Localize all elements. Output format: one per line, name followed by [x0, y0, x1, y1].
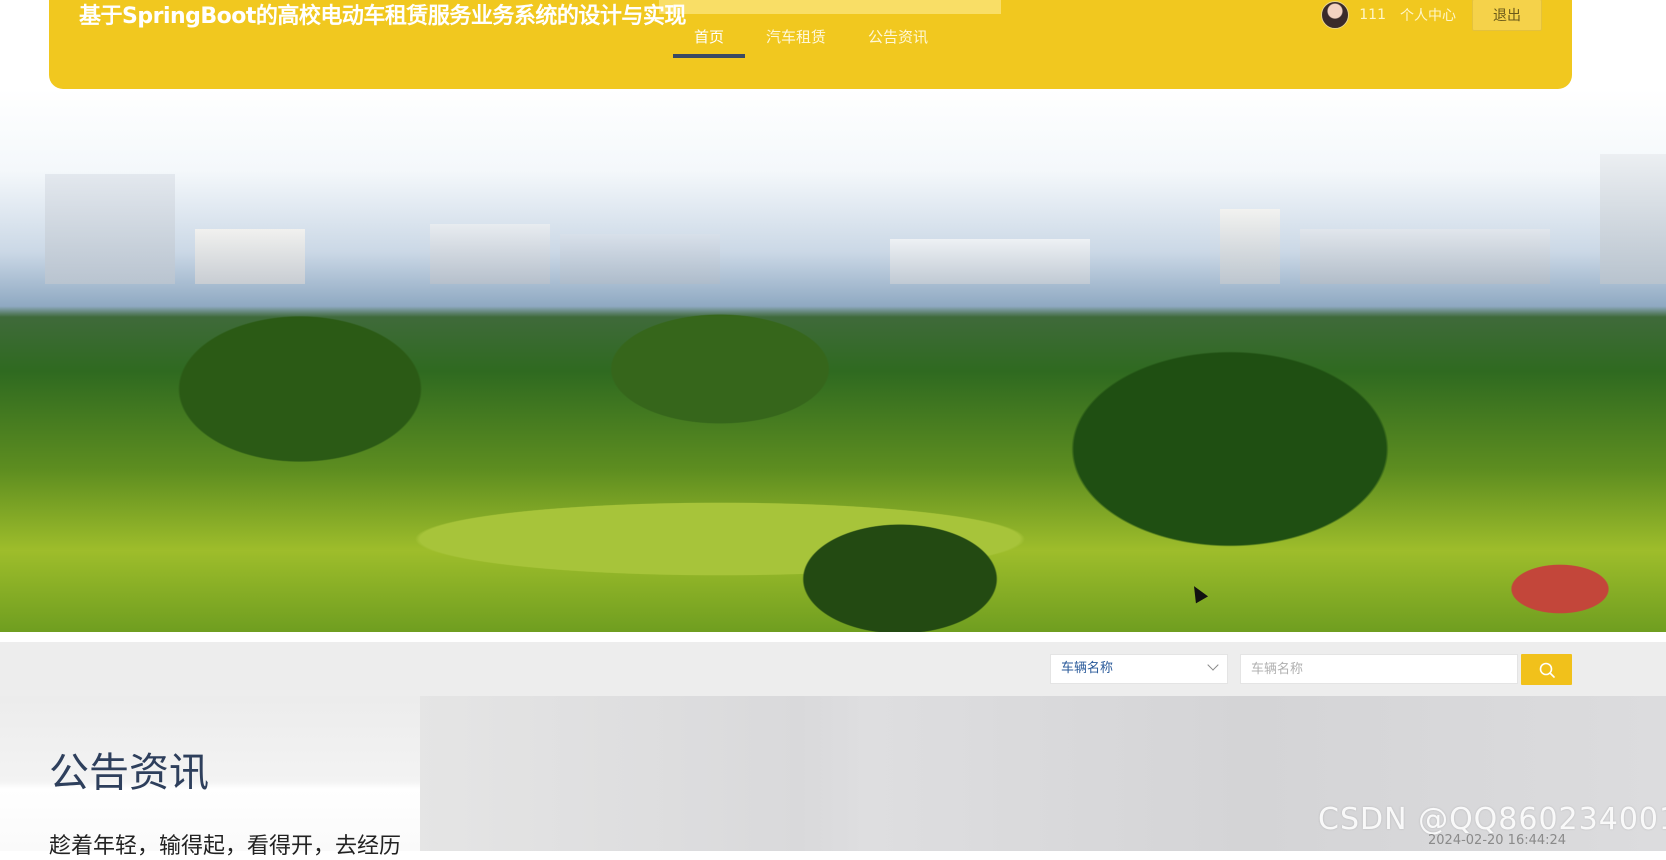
search-field-select[interactable]: 车辆名称	[1050, 654, 1228, 684]
site-title: 基于SpringBoot的高校电动车租赁服务业务系统的设计与实现	[79, 4, 686, 29]
banner-park	[0, 279, 1666, 632]
timestamp: 2024-02-20 16:44:24	[1428, 833, 1567, 848]
top-header: 基于SpringBoot的高校电动车租赁服务业务系统的设计与实现 111 个人中…	[49, 0, 1572, 89]
watermark: CSDN @QQ860234001	[1318, 802, 1666, 837]
hero-banner-image	[0, 89, 1666, 632]
chevron-down-icon	[1207, 659, 1219, 671]
search-icon	[1539, 662, 1555, 678]
title-highlight	[659, 0, 1001, 14]
user-area: 111 个人中心 退出	[1321, 0, 1542, 31]
search-button[interactable]	[1521, 654, 1572, 685]
news-title: 公告资讯	[49, 750, 209, 796]
search-input[interactable]	[1240, 654, 1518, 684]
nav-news[interactable]: 公告资讯	[847, 22, 949, 60]
username: 111	[1359, 6, 1386, 23]
nav-car-rental[interactable]: 汽车租赁	[745, 22, 847, 60]
search-field-select-value: 车辆名称	[1061, 661, 1114, 676]
nav-home[interactable]: 首页	[673, 22, 746, 60]
avatar[interactable]	[1321, 0, 1350, 29]
search-bar: 车辆名称	[0, 642, 1666, 696]
news-subtitle: 趁着年轻，输得起，看得开，去经历	[49, 834, 402, 859]
logout-button[interactable]: 退出	[1472, 0, 1542, 31]
profile-link[interactable]: 个人中心	[1400, 5, 1456, 25]
banner-skyline	[0, 134, 1666, 284]
main-nav: 首页 汽车租赁 公告资讯	[673, 22, 949, 60]
